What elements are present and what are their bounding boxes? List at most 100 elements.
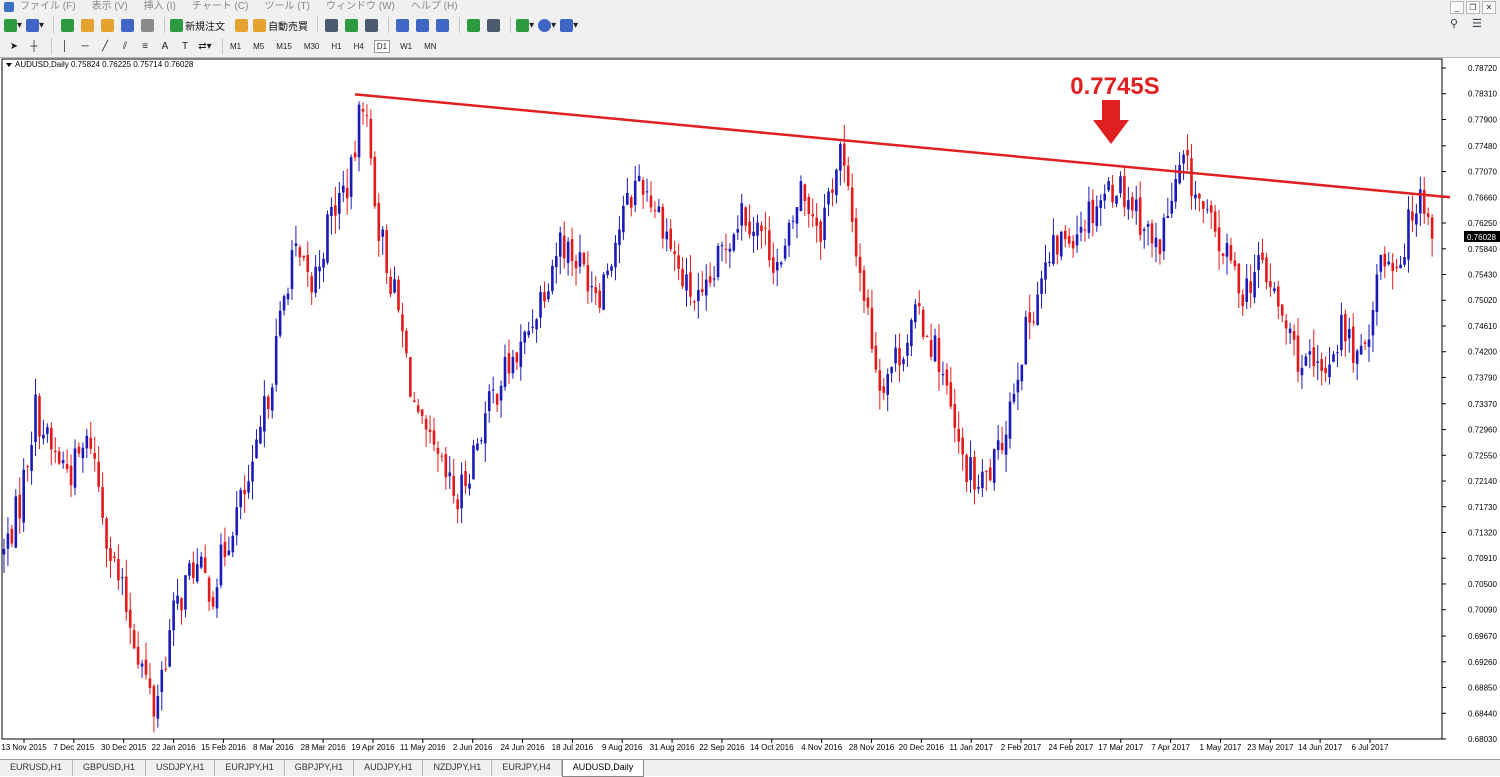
navigator-button[interactable]	[99, 17, 115, 33]
menu-bar: ファイル (F) 表示 (V) 挿入 (I) チャート (C) ツール (T) ウィンドウ…	[0, 0, 1500, 14]
candle-body	[1280, 304, 1284, 316]
price-chart[interactable]: 0.78720 0.78310 0.77900 0.77480 0.77070 0.766…	[0, 58, 1500, 759]
help-icon[interactable]: ☰	[1472, 17, 1482, 30]
search-icon[interactable]: ⚲	[1450, 17, 1458, 30]
zoom-out-button[interactable]	[414, 17, 430, 33]
candle-body	[957, 428, 961, 442]
auto-scroll-button[interactable]	[465, 17, 481, 33]
chart-shift-button[interactable]	[485, 17, 501, 33]
vertical-line-button[interactable]: │	[57, 38, 73, 54]
terminal-button[interactable]	[119, 17, 135, 33]
chart-tab[interactable]: AUDJPY,H1	[354, 760, 424, 776]
candle-body	[1320, 359, 1323, 372]
chart-tab[interactable]: GBPJPY,H1	[285, 760, 355, 776]
time-tick-label: 4 Nov 2016	[801, 743, 842, 752]
new-chart-button[interactable]: ▾	[4, 17, 22, 33]
restore-icon[interactable]: ❐	[1466, 1, 1480, 14]
candle-body	[637, 175, 641, 181]
zoom-in-button[interactable]	[394, 17, 410, 33]
menu-item[interactable]: 挿入 (I)	[144, 0, 176, 14]
periods-button[interactable]: ▾	[538, 17, 556, 33]
arrows-tool-button[interactable]: ⇄▾	[197, 38, 213, 54]
fibonacci-tool-button[interactable]: ≡	[137, 38, 153, 54]
timeframe-h4-button[interactable]: H4	[352, 41, 366, 52]
crosshair-tool-button[interactable]: ┼	[26, 38, 42, 54]
candle-body	[294, 243, 298, 247]
candle-body	[85, 435, 89, 449]
bar-chart-button[interactable]	[323, 17, 339, 33]
chart-tab[interactable]: NZDJPY,H1	[423, 760, 493, 776]
timeframe-m15-button[interactable]: M15	[274, 41, 294, 52]
candle-body	[858, 256, 862, 273]
minimize-icon[interactable]: _	[1450, 1, 1464, 14]
timeframe-w1-button[interactable]: W1	[398, 41, 414, 52]
horizontal-line-button[interactable]: ─	[77, 38, 93, 54]
close-icon[interactable]: ✕	[1482, 1, 1496, 14]
candle-body	[543, 292, 546, 302]
candle-body	[267, 396, 270, 410]
candle-body	[290, 250, 294, 290]
templates-button[interactable]: ▾	[560, 17, 578, 33]
market-watch-button[interactable]	[59, 17, 75, 33]
candle-body	[1257, 255, 1260, 270]
time-tick-label: 9 Aug 2016	[602, 743, 643, 752]
candle-body	[728, 248, 732, 252]
menu-item[interactable]: ヘルプ (H)	[411, 0, 458, 14]
line-chart-button[interactable]	[363, 17, 379, 33]
chart-tab[interactable]: EURJPY,H4	[492, 760, 562, 776]
menu-item[interactable]: ツール (T)	[264, 0, 310, 14]
chart-tab[interactable]: AUDUSD,Daily	[561, 760, 645, 777]
candle-body	[1048, 261, 1051, 264]
candle-body	[1044, 262, 1047, 280]
candle-body	[1229, 245, 1233, 261]
data-window-button[interactable]	[79, 17, 95, 33]
candle-body	[1316, 361, 1320, 363]
candle-body	[1008, 401, 1012, 439]
chart-tab[interactable]: USDJPY,H1	[146, 760, 216, 776]
trendline-tool-button[interactable]: ╱	[97, 38, 113, 54]
timeframe-h1-button[interactable]: H1	[329, 41, 343, 52]
candle-body	[1351, 326, 1355, 364]
resistance-trendline[interactable]	[354, 93, 1451, 199]
tile-windows-button[interactable]	[434, 17, 450, 33]
drawing-toolbar: ➤ ┼ │ ─ ╱ ⫽ ≡ A T ⇄▾ M1 M5 M15 M30 H1 H4 D1 W1 M…	[0, 36, 1500, 58]
cursor-tool-button[interactable]: ➤	[6, 38, 22, 54]
candle-body	[263, 396, 266, 432]
timeframe-m5-button[interactable]: M5	[251, 41, 266, 52]
channel-tool-button[interactable]: ⫽	[117, 38, 133, 54]
candle-body	[689, 272, 692, 297]
candle-body	[1158, 239, 1162, 255]
candle-body	[235, 507, 239, 536]
indicators-button[interactable]: ▾	[516, 17, 534, 33]
auto-trading-button[interactable]: 自動売買	[253, 17, 308, 33]
candle-body	[440, 455, 444, 457]
candle-body	[1300, 367, 1304, 376]
timeframe-mn-button[interactable]: MN	[422, 41, 438, 52]
menu-item[interactable]: チャート (C)	[192, 0, 249, 14]
timeframe-m30-button[interactable]: M30	[302, 41, 322, 52]
timeframe-d1-button[interactable]: D1	[373, 39, 391, 53]
candle-body	[357, 104, 361, 158]
text-tool-button[interactable]: A	[157, 38, 173, 54]
candle-body	[1154, 237, 1158, 248]
candle-body	[1091, 199, 1095, 224]
chart-tab[interactable]: EURUSD,H1	[0, 760, 74, 776]
chart-tab[interactable]: EURJPY,H1	[215, 760, 285, 776]
candle-body	[1099, 200, 1103, 208]
new-order-button[interactable]: 新規注文	[170, 17, 225, 33]
menu-item[interactable]: ウィンドウ (W)	[326, 0, 395, 14]
label-tool-button[interactable]: T	[177, 38, 193, 54]
metaeditor-button[interactable]	[233, 17, 249, 33]
menu-item[interactable]: ファイル (F)	[20, 0, 76, 14]
candle-body	[1131, 197, 1134, 211]
candlestick-button[interactable]	[343, 17, 359, 33]
strategy-tester-button[interactable]	[139, 17, 155, 33]
time-tick-label: 18 Jul 2016	[552, 743, 594, 752]
timeframe-m1-button[interactable]: M1	[228, 41, 243, 52]
candle-body	[1198, 193, 1201, 199]
time-tick-label: 15 Feb 2016	[201, 743, 246, 752]
profiles-button[interactable]: ▾	[26, 17, 44, 33]
menu-item[interactable]: 表示 (V)	[92, 0, 128, 14]
chart-tab[interactable]: GBPUSD,H1	[73, 760, 147, 776]
candle-body	[1324, 367, 1327, 374]
